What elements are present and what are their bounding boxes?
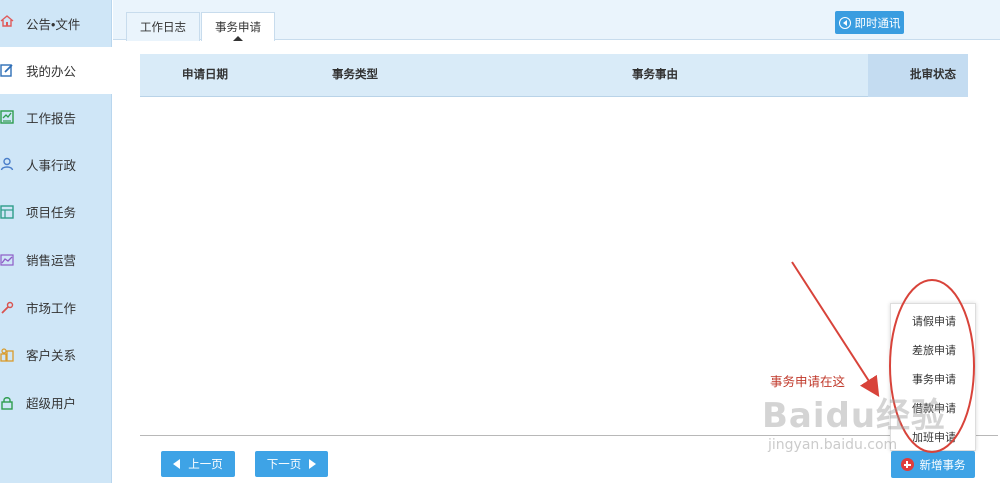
home-icon (0, 14, 14, 28)
tab-affairs-application[interactable]: 事务申请 (201, 12, 275, 41)
arrow-left-icon (173, 459, 181, 469)
watermark-url: jingyan.baidu.com (768, 437, 898, 453)
sidebar-item-label: 公告•文件 (26, 18, 81, 32)
sidebar-item-sales-ops[interactable]: 销售运营 (0, 236, 112, 283)
tab-label: 事务申请 (215, 22, 261, 34)
user-icon (0, 157, 14, 171)
sidebar-item-customer-relations[interactable]: 客户关系 (0, 331, 112, 378)
chat-icon (838, 16, 851, 29)
prev-page-label: 上一页 (188, 459, 223, 471)
table-header: 申请日期 事务类型 事务事由 批审状态 (140, 54, 968, 97)
menu-item-leave[interactable]: 请假申请 (891, 306, 977, 335)
sidebar-item-label: 项目任务 (26, 206, 77, 220)
sidebar-item-market-work[interactable]: 市场工作 (0, 284, 112, 331)
instant-messaging-button[interactable]: 即时通讯 (835, 11, 904, 34)
customers-icon (0, 348, 14, 362)
column-header-approval-status: 批审状态 (910, 69, 956, 81)
sidebar-item-label: 工作报告 (26, 112, 77, 126)
column-header-reason: 事务事由 (632, 69, 678, 81)
edit-icon (0, 63, 14, 77)
sidebar-item-super-user[interactable]: 超级用户 (0, 379, 112, 426)
sidebar-item-my-office[interactable]: 我的办公 (0, 47, 112, 94)
column-header-date: 申请日期 (182, 69, 228, 81)
next-page-button[interactable]: 下一页 (255, 451, 328, 477)
watermark-logo: Baidu经验 (762, 396, 947, 436)
next-page-label: 下一页 (266, 459, 302, 471)
grid-icon (0, 205, 14, 219)
new-affair-label: 新增事务 (919, 459, 966, 472)
sidebar-item-work-report[interactable]: 工作报告 (0, 94, 112, 141)
arrow-right-icon (309, 459, 317, 469)
sidebar: 公告•文件 我的办公 工作报告 人事行政 项目任务 销售运营 市场工作 客户关系… (0, 0, 112, 483)
new-affair-button[interactable]: 新增事务 (891, 451, 975, 478)
prev-page-button[interactable]: 上一页 (161, 451, 235, 477)
trend-icon (0, 253, 14, 267)
sidebar-item-announcements[interactable]: 公告•文件 (0, 0, 112, 47)
sidebar-item-label: 超级用户 (26, 397, 77, 411)
tab-label: 工作日志 (140, 22, 186, 34)
tool-icon (0, 301, 14, 315)
menu-item-travel[interactable]: 差旅申请 (891, 335, 977, 364)
caret-up-icon (233, 36, 243, 41)
sidebar-item-label: 客户关系 (26, 349, 77, 363)
tab-work-log[interactable]: 工作日志 (126, 12, 200, 41)
report-icon (0, 110, 14, 124)
plus-circle-icon (900, 458, 914, 471)
sidebar-item-label: 市场工作 (26, 302, 77, 316)
column-header-type: 事务类型 (332, 69, 378, 81)
instant-messaging-label: 即时通讯 (854, 17, 901, 30)
sidebar-item-project-tasks[interactable]: 项目任务 (0, 188, 112, 235)
lock-icon (0, 396, 14, 410)
sidebar-item-label: 人事行政 (26, 159, 77, 173)
sidebar-item-hr-admin[interactable]: 人事行政 (0, 141, 112, 188)
sidebar-item-label: 销售运营 (26, 254, 77, 268)
sidebar-item-label: 我的办公 (26, 65, 77, 79)
